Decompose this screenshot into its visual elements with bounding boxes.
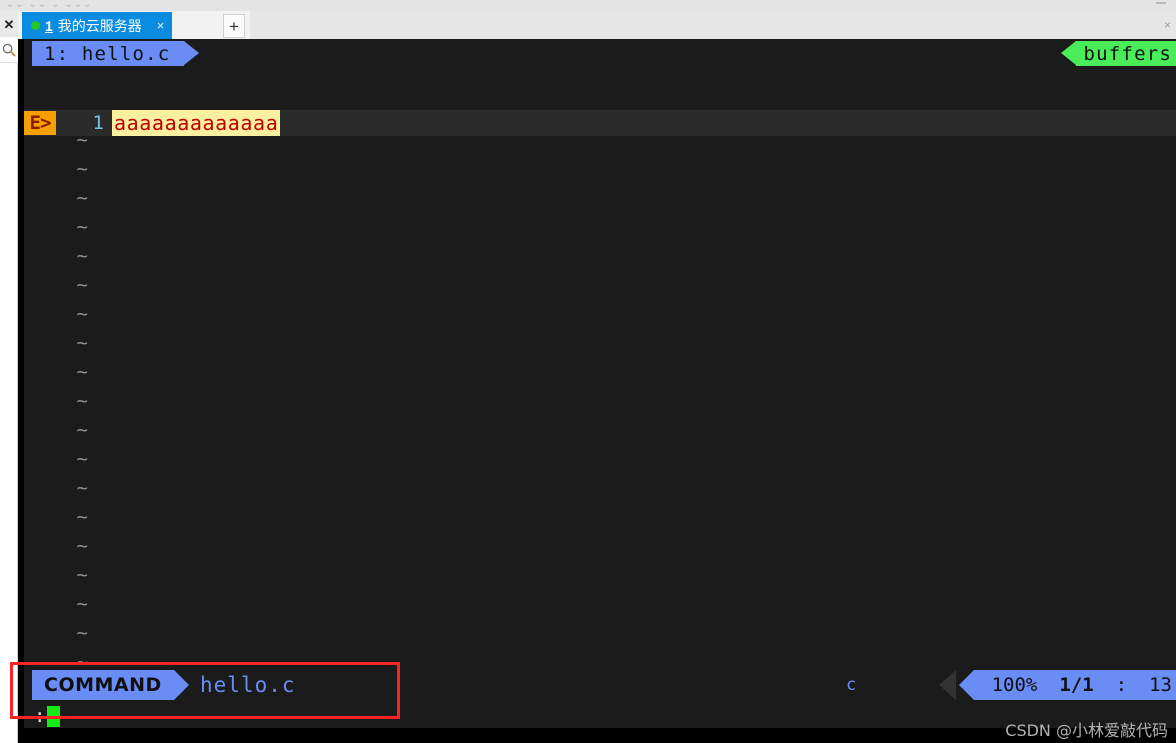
sidebar-item-close[interactable]: ✕ <box>0 11 18 37</box>
minimize-icon[interactable] <box>1156 2 1166 4</box>
empty-line-marker: ~ <box>76 448 88 470</box>
status-filename: hello.c <box>200 673 296 697</box>
code-line-1[interactable]: E> 1 aaaaaaaaaaaaa <box>24 110 1176 136</box>
vim-command-line[interactable]: : <box>24 704 1176 728</box>
empty-line-marker: ~ <box>76 477 88 499</box>
close-icon: ✕ <box>3 16 15 32</box>
terminal-body: 1: hello.c buffers E> 1 aaaaaaaaaaaaa ~ ~… <box>18 39 1176 743</box>
status-filetype: c <box>846 675 857 695</box>
empty-line-markers: ~~~~~~~~~~~~~~~~~~~~ <box>24 126 114 706</box>
window-close-icon[interactable]: × <box>1164 18 1171 32</box>
empty-line-marker: ~ <box>76 158 88 180</box>
empty-line-marker: ~ <box>76 419 88 441</box>
empty-line-marker: ~ <box>76 187 88 209</box>
empty-line-marker: ~ <box>76 274 88 296</box>
terminal-bottom-gutter <box>24 728 1176 743</box>
empty-line-marker: ~ <box>76 129 88 151</box>
screenshot-root: ⌄⌄ ⌄⌄ ⌄ ⌄⌄⌄ ✕ 1 我的云服务器 × + × 1: hello.c … <box>0 0 1176 743</box>
empty-line-marker: ~ <box>76 303 88 325</box>
empty-line-marker: ~ <box>76 216 88 238</box>
chrome-ghost-text: ⌄⌄ ⌄⌄ ⌄ ⌄⌄⌄ <box>6 0 93 10</box>
vim-statusline: COMMAND hello.c c 100% 1/1 : 13 <box>24 665 1176 704</box>
window-chrome-strip: ⌄⌄ ⌄⌄ ⌄ ⌄⌄⌄ <box>0 0 1176 11</box>
empty-line-marker: ~ <box>76 332 88 354</box>
watermark-text: CSDN @小林爱敲代码 <box>1005 721 1168 740</box>
sidebar-item-search[interactable] <box>0 37 18 63</box>
vim-viewport: 1: hello.c buffers E> 1 aaaaaaaaaaaaa ~ ~… <box>24 39 1176 743</box>
tab-status-dot-icon <box>31 21 40 30</box>
empty-line-marker: ~ <box>76 506 88 528</box>
status-column: 13 <box>1149 674 1172 696</box>
tab-close-icon[interactable]: × <box>157 19 165 32</box>
tab-my-cloud-server[interactable]: 1 我的云服务器 × <box>22 12 173 39</box>
status-mode-badge: COMMAND <box>32 670 189 700</box>
new-tab-button[interactable]: + <box>223 14 245 38</box>
line-content-text: aaaaaaaaaaaaa <box>112 110 281 136</box>
position-chevron-icon <box>939 670 956 700</box>
command-cursor <box>47 705 61 727</box>
status-line-position: 1/1 <box>1059 674 1094 696</box>
empty-line-marker: ~ <box>76 593 88 615</box>
empty-line-marker: ~ <box>76 622 88 644</box>
command-prompt-icon: : <box>34 705 46 727</box>
buffer-tab-hello-c[interactable]: 1: hello.c <box>32 41 200 66</box>
empty-line-marker: ~ <box>76 535 88 557</box>
tab-index-label: 1 <box>45 17 53 34</box>
empty-line-marker: ~ <box>76 564 88 586</box>
tabbar-empty-space <box>250 11 1176 39</box>
terminal-tabbar: 1 我的云服务器 × + × <box>18 11 1176 39</box>
vim-code-area[interactable]: E> 1 aaaaaaaaaaaaa ~~~~~~~~~~~~~~~~~~~~ <box>24 68 1176 704</box>
left-sidebar-rail: ✕ <box>0 11 18 743</box>
empty-line-marker: ~ <box>76 390 88 412</box>
status-separator: : <box>1115 674 1128 696</box>
empty-line-marker: ~ <box>76 245 88 267</box>
vim-tabline: 1: hello.c buffers <box>24 39 1176 68</box>
search-icon <box>2 43 16 57</box>
buffers-label[interactable]: buffers <box>1060 41 1176 66</box>
empty-line-marker: ~ <box>76 361 88 383</box>
status-position-group: 100% 1/1 : 13 <box>958 670 1176 700</box>
tab-title-label: 我的云服务器 <box>57 18 142 35</box>
status-percent: 100% <box>991 674 1038 696</box>
